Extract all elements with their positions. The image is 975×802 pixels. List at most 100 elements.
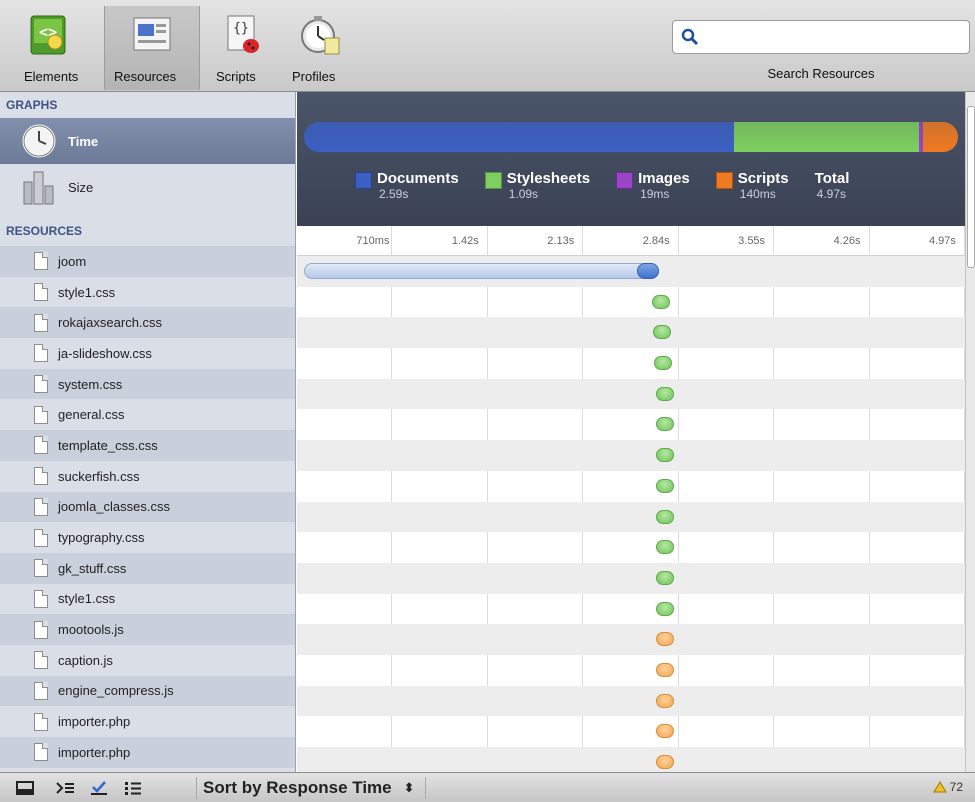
resource-row[interactable]: joom [0,246,295,277]
timeline-row[interactable] [297,317,965,349]
stylesheet-timing-marker [651,294,670,309]
tick-label: 2.13s [547,235,575,247]
timeline-row[interactable] [297,348,965,379]
sort-select[interactable]: Sort by Response Time ⬍ [196,777,426,799]
timeline-row[interactable] [297,256,965,287]
timeline-row[interactable] [297,287,965,318]
script-timing-marker [655,724,674,739]
summary-graph: Documents 2.59s Stylesheets 1.09s Images 19ms… [297,92,965,226]
file-icon [34,252,48,271]
profiles-panel-button[interactable]: Profiles [290,6,350,90]
graph-label-size: Size [68,179,94,195]
file-icon [34,313,48,332]
file-icon [34,712,48,731]
legend-name: Documents [377,170,459,187]
dock-button[interactable] [12,777,38,799]
warning-icon [932,781,947,793]
resource-row[interactable]: system.css [0,368,295,400]
stylesheet-timing-marker [654,356,673,371]
timeline-row[interactable] [297,624,965,655]
search-icon [681,28,699,46]
resource-name: style1.css [58,284,116,300]
warning-counter[interactable]: 72 [932,780,963,794]
resource-row[interactable]: template_css.css [0,430,295,461]
summary-segment-scripts [922,122,958,152]
scripts-panel-button[interactable]: {} Scripts [212,6,272,90]
resource-row[interactable]: typography.css [0,522,295,553]
warning-count: 72 [949,780,963,794]
timeline-row[interactable] [297,655,965,686]
file-icon [34,589,48,608]
list-icon [125,782,141,795]
timeline-row[interactable] [297,501,965,533]
resource-name: importer.php [58,714,131,730]
legend-item: Documents 2.59s [355,170,459,201]
resource-row[interactable]: ja-slideshow.css [0,338,295,369]
timeline-row[interactable] [297,532,965,563]
large-rows-button[interactable] [120,777,146,799]
elements-panel-button[interactable]: <> Elements [18,6,78,90]
elements-icon: <> [30,15,66,55]
resources-panel-button[interactable]: Resources [104,6,200,90]
timeline-row[interactable] [297,409,965,440]
resource-row[interactable]: joomla_classes.css [0,491,295,523]
timeline-row[interactable] [297,562,965,594]
document-waiting-bar [304,263,660,279]
file-icon [34,651,48,670]
timeline-row[interactable] [297,440,965,471]
elements-label: Elements [24,69,79,84]
resource-row[interactable]: importer.php [0,706,295,737]
timeline-row[interactable] [297,594,965,625]
console-button[interactable] [52,777,78,799]
file-icon [34,528,48,547]
resource-name: caption.js [58,652,113,668]
legend-value: 4.97s [816,187,846,201]
stylesheet-timing-marker [655,509,674,524]
resource-row[interactable]: engine_compress.js [0,675,295,707]
graph-item-size[interactable]: Size [0,164,295,210]
vertical-scrollbar[interactable] [965,92,975,772]
timeline-row[interactable] [297,716,965,747]
search-field[interactable] [705,25,955,49]
file-icon [34,467,48,486]
resource-name: importer.php [58,744,131,760]
legend-item: Scripts 140ms [715,170,789,201]
file-icon [34,497,48,516]
legend-swatch [484,172,502,189]
scripts-label: Scripts [216,69,256,84]
resource-name: gk_stuff.css [58,560,127,576]
toolbar: <> Elements Resources {} Scripts Profile… [0,0,975,92]
legend-name: Images [638,170,690,187]
graph-label-time: Time [68,133,99,149]
resource-row[interactable]: style1.css [0,277,295,308]
resource-row[interactable]: caption.js [0,645,295,676]
profiles-label: Profiles [292,69,336,84]
timeline-row[interactable] [297,747,965,772]
legend-item: Stylesheets 1.09s [484,170,591,201]
stylesheet-timing-marker [655,417,674,432]
resource-row[interactable]: style1.css [0,584,295,615]
resource-row[interactable]: general.css [0,399,295,430]
legend-value: 2.59s [379,187,409,201]
timeline-row[interactable] [297,471,965,502]
graph-item-time[interactable]: Time [0,118,295,164]
resource-row[interactable]: gk_stuff.css [0,552,295,584]
tick-label: 4.26s [833,235,861,247]
file-icon [34,681,48,700]
timeline-row[interactable] [297,685,965,717]
tick-label: 4.97s [929,235,956,247]
search-input[interactable] [672,20,970,54]
resource-row[interactable]: rokajaxsearch.css [0,307,295,339]
resource-name: typography.css [58,530,145,546]
legend-swatch [715,172,733,189]
stylesheet-timing-marker [652,325,671,340]
legend-name: Stylesheets [506,170,591,187]
resources-header: RESOURCES [6,224,83,238]
resource-row[interactable]: suckerfish.css [0,461,295,492]
resource-row[interactable]: importer.php [0,737,295,768]
scroll-thumb[interactable] [967,106,975,268]
timeline-row[interactable] [297,378,965,410]
enable-resource-tracking-button[interactable] [86,777,112,799]
resource-row[interactable]: mootools.js [0,614,295,645]
document-receiving-bar [636,263,660,279]
